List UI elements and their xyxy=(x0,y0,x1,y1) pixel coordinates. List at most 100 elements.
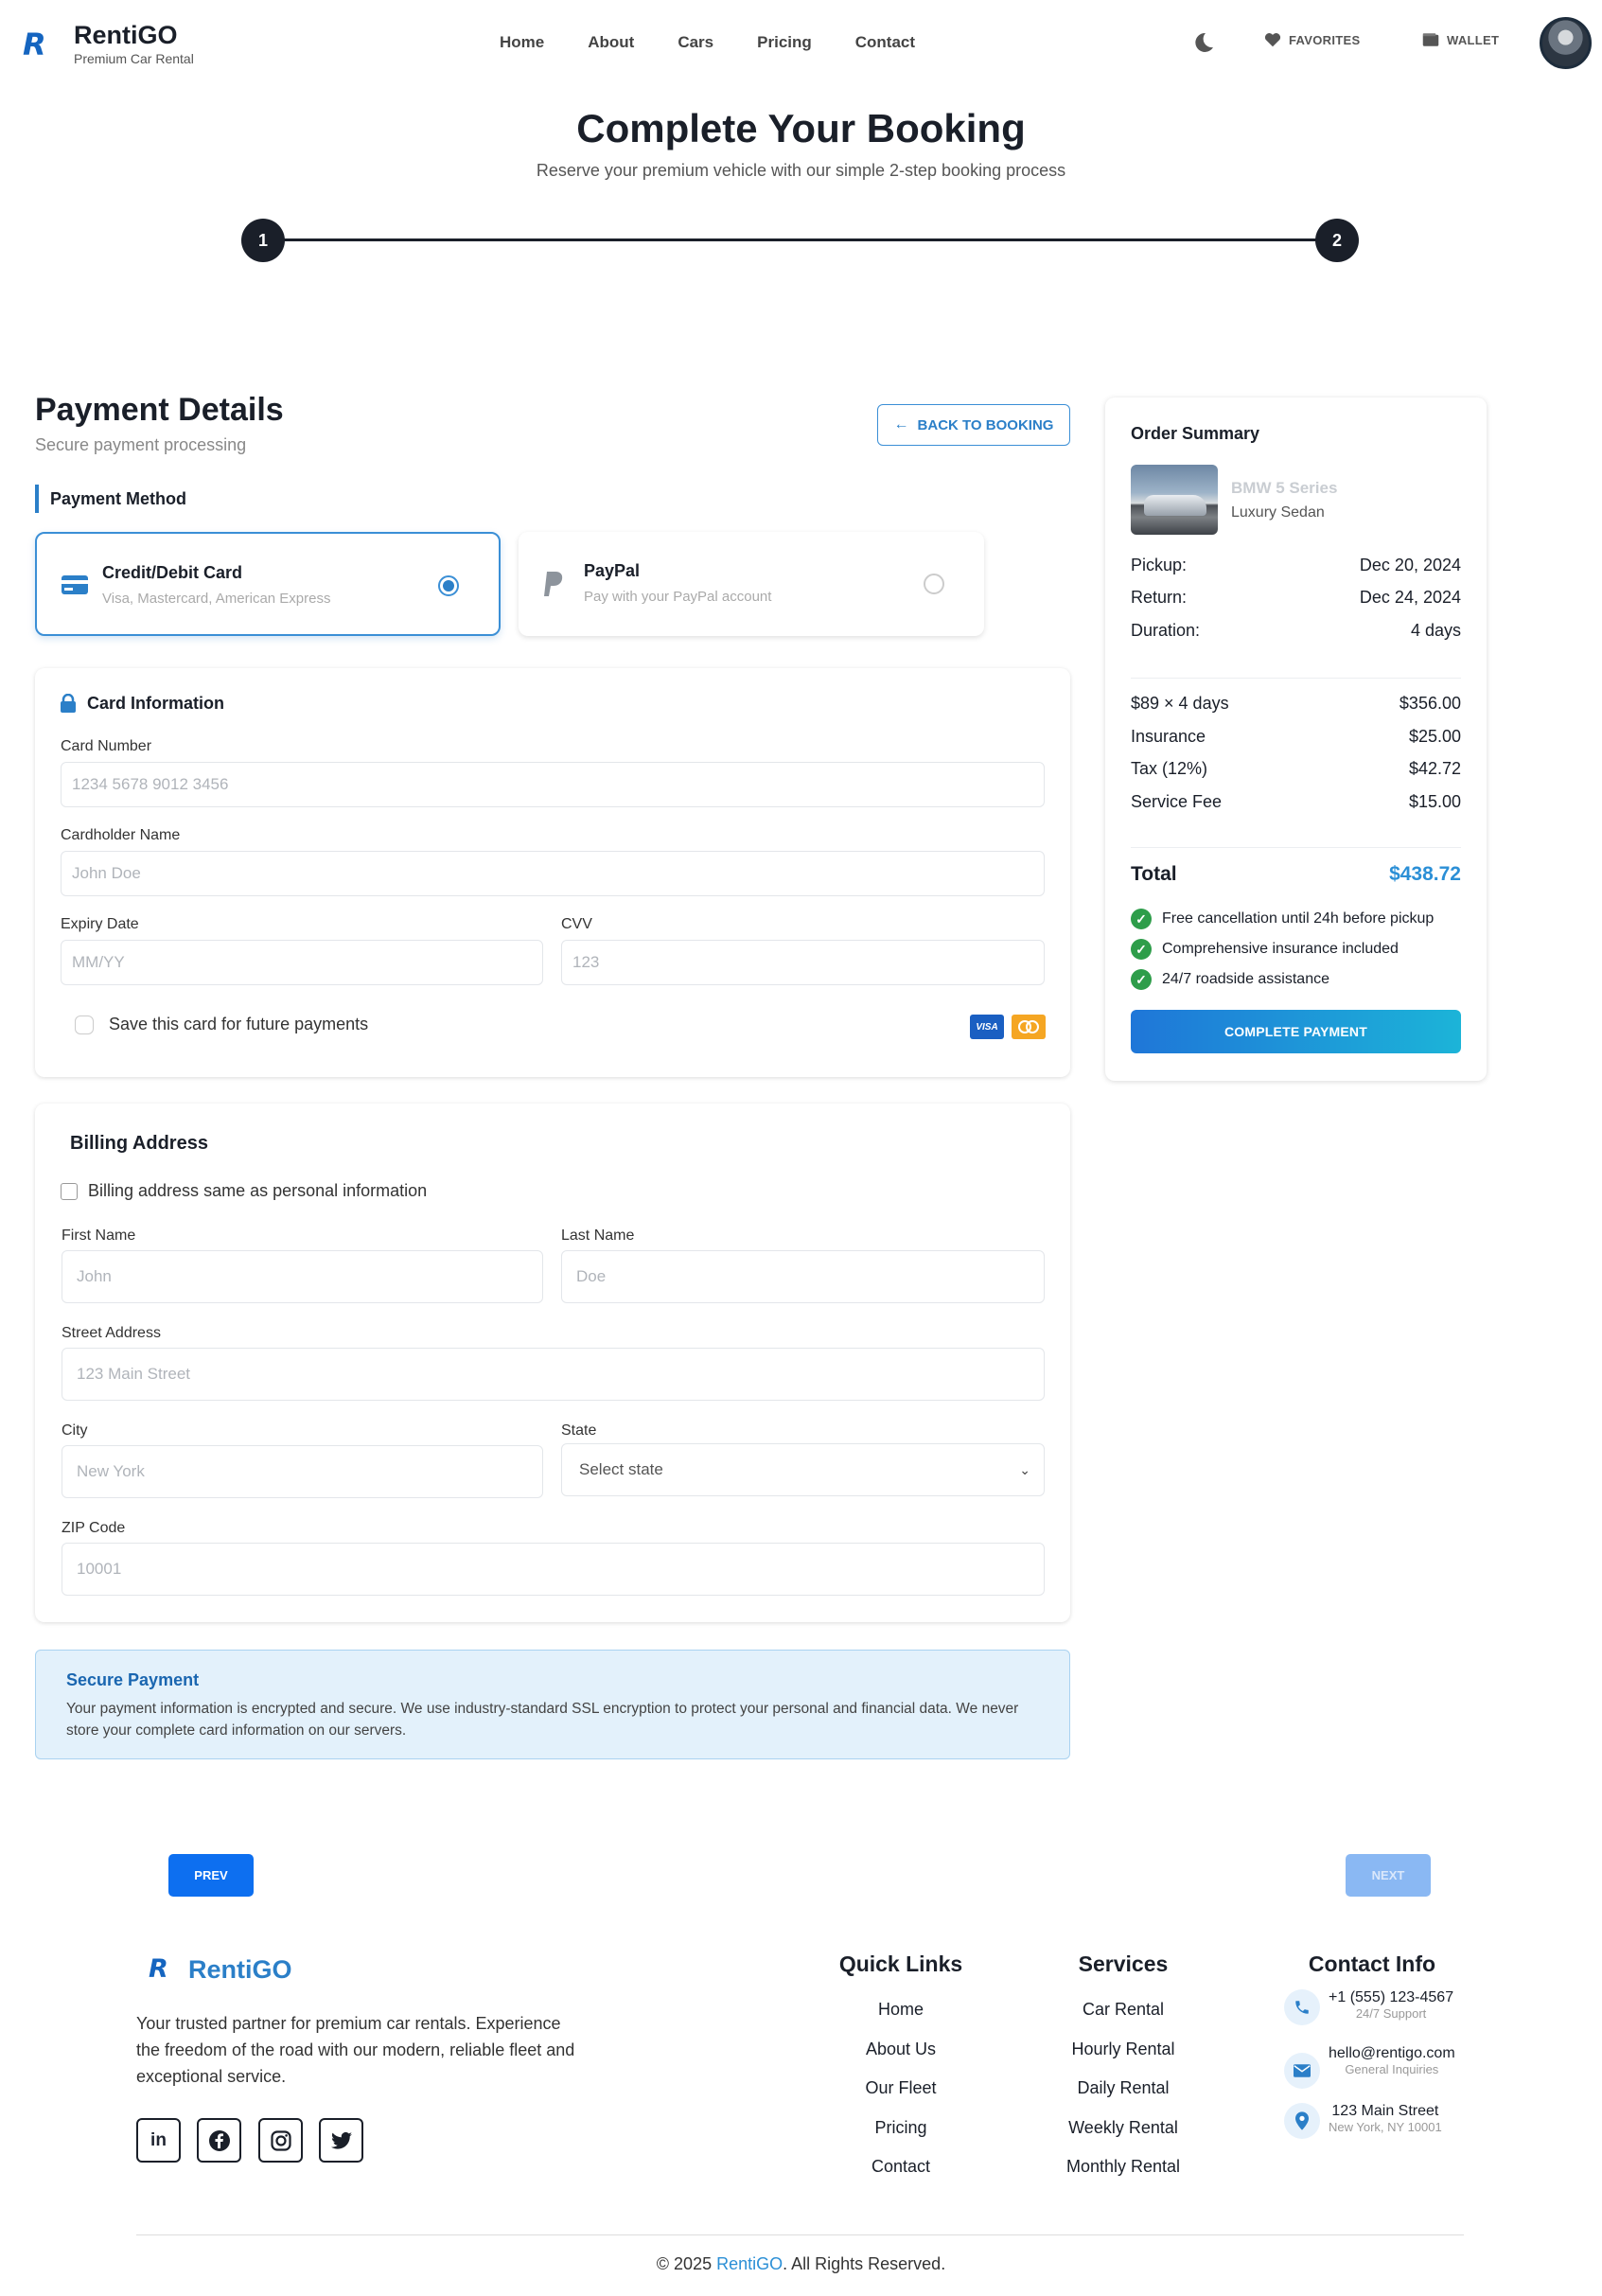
feature-text: 24/7 roadside assistance xyxy=(1162,971,1329,987)
lock-icon xyxy=(61,694,76,713)
billing-address-panel: Billing Address Billing address same as … xyxy=(35,1104,1070,1622)
copyright-suffix: . All Rights Reserved. xyxy=(783,2254,946,2273)
state-select[interactable]: Select state ⌄ xyxy=(561,1443,1045,1496)
check-circle-icon: ✓ xyxy=(1131,939,1152,960)
favorites-button[interactable]: FAVORITES xyxy=(1264,32,1360,47)
arrow-left-icon: ← xyxy=(893,416,909,433)
service-fee-row: Service Fee $15.00 xyxy=(1131,792,1461,812)
footer-link-fleet[interactable]: Our Fleet xyxy=(831,2078,971,2118)
footer-logo-icon[interactable]: R xyxy=(149,1954,168,1984)
payment-option-card-radio[interactable] xyxy=(438,575,459,596)
check-circle-icon: ✓ xyxy=(1131,969,1152,990)
first-name-input[interactable]: John xyxy=(62,1250,543,1303)
nav-pricing[interactable]: Pricing xyxy=(757,33,812,52)
footer-description: Your trusted partner for premium car ren… xyxy=(136,2014,575,2086)
copyright: © 2025 RentiGO. All Rights Reserved. xyxy=(0,2254,1602,2274)
city-input[interactable]: New York xyxy=(62,1445,543,1498)
linkedin-button[interactable]: in xyxy=(136,2118,181,2163)
contact-address-sub: New York, NY 10001 xyxy=(1329,2120,1442,2134)
footer-link-home[interactable]: Home xyxy=(831,2000,971,2040)
cardholder-name-input[interactable]: John Doe xyxy=(61,851,1045,896)
payment-details-title: Payment Details xyxy=(35,392,284,428)
footer-quick-links: Quick Links Home About Us Our Fleet Pric… xyxy=(831,1952,971,2197)
street-address-input[interactable]: 123 Main Street xyxy=(62,1348,1045,1401)
back-to-booking-label: BACK TO BOOKING xyxy=(917,416,1054,433)
footer-link-contact[interactable]: Contact xyxy=(831,2157,971,2197)
total-label: Total xyxy=(1131,863,1177,885)
feature-text: Free cancellation until 24h before picku… xyxy=(1162,910,1435,927)
cvv-input[interactable]: 123 xyxy=(561,940,1045,985)
rate-value: $356.00 xyxy=(1399,694,1461,713)
facebook-button[interactable] xyxy=(197,2118,241,2163)
wallet-button[interactable]: WALLET xyxy=(1422,32,1499,47)
billing-address-title: Billing Address xyxy=(70,1133,208,1154)
footer-service-hourly[interactable]: Hourly Rental xyxy=(1050,2040,1196,2079)
instagram-button[interactable] xyxy=(258,2118,303,2163)
insurance-row: Insurance $25.00 xyxy=(1131,727,1461,747)
contact-email[interactable]: hello@rentigo.com General Inquiries xyxy=(1284,2045,1455,2089)
pickup-row: Pickup: Dec 20, 2024 xyxy=(1131,556,1461,575)
contact-email-sub: General Inquiries xyxy=(1345,2062,1439,2076)
secure-payment-notice: Secure Payment Your payment information … xyxy=(35,1650,1070,1759)
billing-same-checkbox[interactable] xyxy=(61,1183,78,1200)
user-avatar[interactable] xyxy=(1540,17,1592,69)
nav-home[interactable]: Home xyxy=(500,33,544,52)
instagram-icon xyxy=(270,2129,291,2151)
prev-button[interactable]: PREV xyxy=(168,1854,254,1897)
services-title: Services xyxy=(1078,1952,1169,1976)
twitter-button[interactable] xyxy=(319,2118,363,2163)
check-circle-icon: ✓ xyxy=(1131,909,1152,929)
last-name-label: Last Name xyxy=(561,1227,635,1244)
brand-name[interactable]: RentiGO xyxy=(74,21,178,50)
duration-row: Duration: 4 days xyxy=(1131,621,1461,641)
insurance-label: Insurance xyxy=(1131,727,1206,746)
expiry-date-input[interactable]: MM/YY xyxy=(61,940,543,985)
zip-code-input[interactable]: 10001 xyxy=(62,1543,1045,1596)
complete-payment-button[interactable]: COMPLETE PAYMENT xyxy=(1131,1010,1461,1053)
contact-info-title: Contact Info xyxy=(1308,1952,1436,1976)
save-card-checkbox[interactable] xyxy=(75,1016,94,1034)
step-2[interactable]: 2 xyxy=(1315,219,1359,262)
payment-option-paypal-title: PayPal xyxy=(584,561,641,580)
nav-cars[interactable]: Cars xyxy=(678,33,713,52)
footer-service-daily[interactable]: Daily Rental xyxy=(1050,2078,1196,2118)
service-fee-value: $15.00 xyxy=(1408,792,1461,811)
copyright-brand[interactable]: RentiGO xyxy=(716,2254,783,2273)
footer-link-pricing[interactable]: Pricing xyxy=(831,2118,971,2158)
phone-icon xyxy=(1295,2001,1309,2014)
copyright-prefix: © 2025 xyxy=(656,2254,717,2273)
brand-logo-icon[interactable]: R xyxy=(23,26,46,62)
linkedin-icon: in xyxy=(150,2129,167,2150)
footer-service-monthly[interactable]: Monthly Rental xyxy=(1050,2157,1196,2197)
paypal-icon xyxy=(544,572,563,596)
total-value: $438.72 xyxy=(1389,863,1461,885)
next-button[interactable]: NEXT xyxy=(1346,1854,1431,1897)
contact-email-value: hello@rentigo.com xyxy=(1329,2045,1455,2061)
back-to-booking-button[interactable]: ← BACK TO BOOKING xyxy=(877,404,1070,446)
last-name-input[interactable]: Doe xyxy=(561,1250,1045,1303)
card-number-input[interactable]: 1234 5678 9012 3456 xyxy=(61,762,1045,807)
payment-option-paypal[interactable]: PayPal Pay with your PayPal account xyxy=(519,532,984,636)
billing-same-label: Billing address same as personal informa… xyxy=(88,1181,428,1200)
contact-phone[interactable]: +1 (555) 123-4567 24/7 Support xyxy=(1284,1989,1453,2025)
payment-option-card[interactable]: Credit/Debit Card Visa, Mastercard, Amer… xyxy=(35,532,501,636)
heart-icon xyxy=(1264,33,1281,47)
nav-about[interactable]: About xyxy=(588,33,634,52)
favorites-label: FAVORITES xyxy=(1289,32,1361,47)
footer-brand[interactable]: RentiGO xyxy=(188,1955,292,1985)
contact-address[interactable]: 123 Main Street New York, NY 10001 xyxy=(1284,2103,1442,2139)
pickup-label: Pickup: xyxy=(1131,556,1188,574)
footer-service-weekly[interactable]: Weekly Rental xyxy=(1050,2118,1196,2158)
footer-service-car-rental[interactable]: Car Rental xyxy=(1050,2000,1196,2040)
stepper-line xyxy=(262,238,1336,241)
nav-contact[interactable]: Contact xyxy=(855,33,915,52)
footer-link-about[interactable]: About Us xyxy=(831,2040,971,2079)
payment-option-paypal-radio[interactable] xyxy=(924,574,944,594)
duration-label: Duration: xyxy=(1131,621,1201,640)
feature-item: ✓ Free cancellation until 24h before pick… xyxy=(1131,909,1434,929)
facebook-icon xyxy=(208,2129,230,2151)
step-1[interactable]: 1 xyxy=(241,219,285,262)
page-subtitle: Reserve your premium vehicle with our si… xyxy=(536,161,1066,180)
location-pin-icon xyxy=(1295,2111,1309,2130)
moon-icon[interactable] xyxy=(1192,31,1215,54)
